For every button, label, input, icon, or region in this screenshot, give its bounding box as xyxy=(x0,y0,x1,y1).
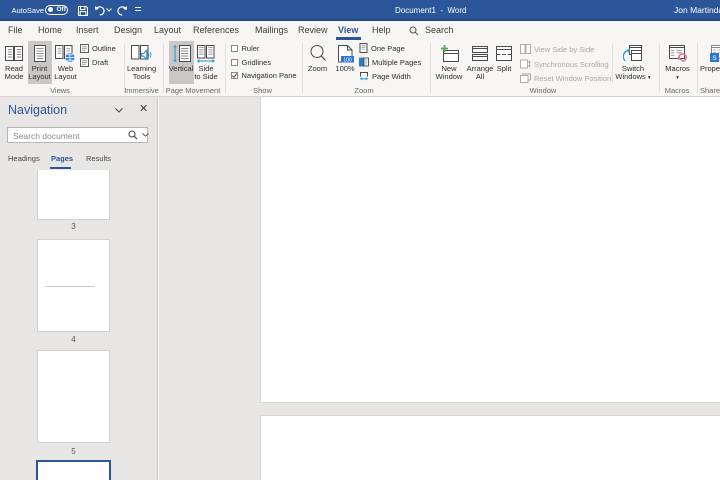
svg-text:S: S xyxy=(712,55,717,62)
svg-text:100: 100 xyxy=(343,57,352,63)
